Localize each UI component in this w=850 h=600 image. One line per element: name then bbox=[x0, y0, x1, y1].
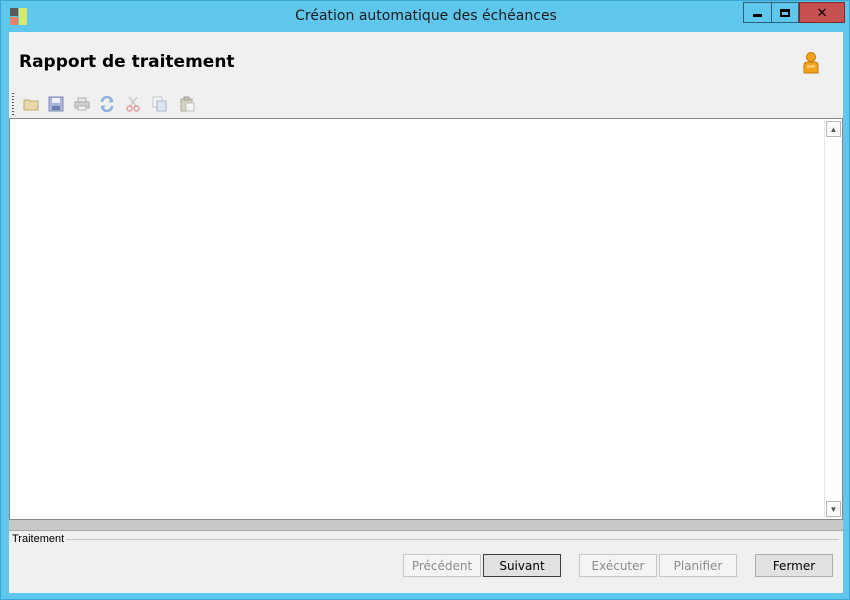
execute-button[interactable]: Exécuter bbox=[579, 554, 657, 577]
maximize-button[interactable] bbox=[772, 2, 799, 23]
copy-icon[interactable] bbox=[151, 95, 169, 113]
scroll-up-button[interactable]: ▲ bbox=[826, 121, 841, 137]
print-icon[interactable] bbox=[73, 95, 91, 113]
scroll-down-button[interactable]: ▼ bbox=[826, 501, 841, 517]
processing-group-label: Traitement bbox=[12, 533, 65, 545]
next-button[interactable]: Suivant bbox=[483, 554, 561, 577]
toolbar bbox=[12, 92, 212, 116]
close-icon: ✕ bbox=[816, 5, 828, 20]
chevron-up-icon: ▲ bbox=[829, 124, 838, 134]
chevron-down-icon: ▼ bbox=[829, 504, 838, 514]
page-title: Rapport de traitement bbox=[19, 52, 235, 72]
progress-bar bbox=[9, 520, 843, 531]
schedule-button[interactable]: Planifier bbox=[659, 554, 737, 577]
group-divider bbox=[66, 539, 839, 540]
close-window-button[interactable]: ✕ bbox=[799, 2, 845, 23]
previous-button[interactable]: Précédent bbox=[403, 554, 481, 577]
refresh-icon[interactable] bbox=[98, 95, 116, 113]
minimize-icon bbox=[753, 14, 762, 17]
save-icon[interactable] bbox=[47, 95, 65, 113]
user-icon bbox=[803, 52, 819, 74]
client-area: Rapport de traitement ▲ ▼ Traitement Pré… bbox=[9, 32, 843, 593]
cut-icon[interactable] bbox=[124, 95, 142, 113]
window-title: Création automatique des échéances bbox=[295, 8, 557, 24]
close-button[interactable]: Fermer bbox=[755, 554, 833, 577]
open-folder-icon[interactable] bbox=[22, 95, 40, 113]
vertical-scrollbar[interactable]: ▲ ▼ bbox=[824, 120, 841, 518]
minimize-button[interactable] bbox=[743, 2, 772, 23]
maximize-icon bbox=[780, 8, 790, 17]
title-bar[interactable]: Création automatique des échéances ✕ bbox=[1, 1, 849, 32]
toolbar-grip[interactable] bbox=[12, 93, 14, 115]
application-window: Création automatique des échéances ✕ Rap… bbox=[0, 0, 850, 600]
paste-icon[interactable] bbox=[178, 95, 196, 113]
report-text-area[interactable]: ▲ ▼ bbox=[9, 118, 843, 520]
